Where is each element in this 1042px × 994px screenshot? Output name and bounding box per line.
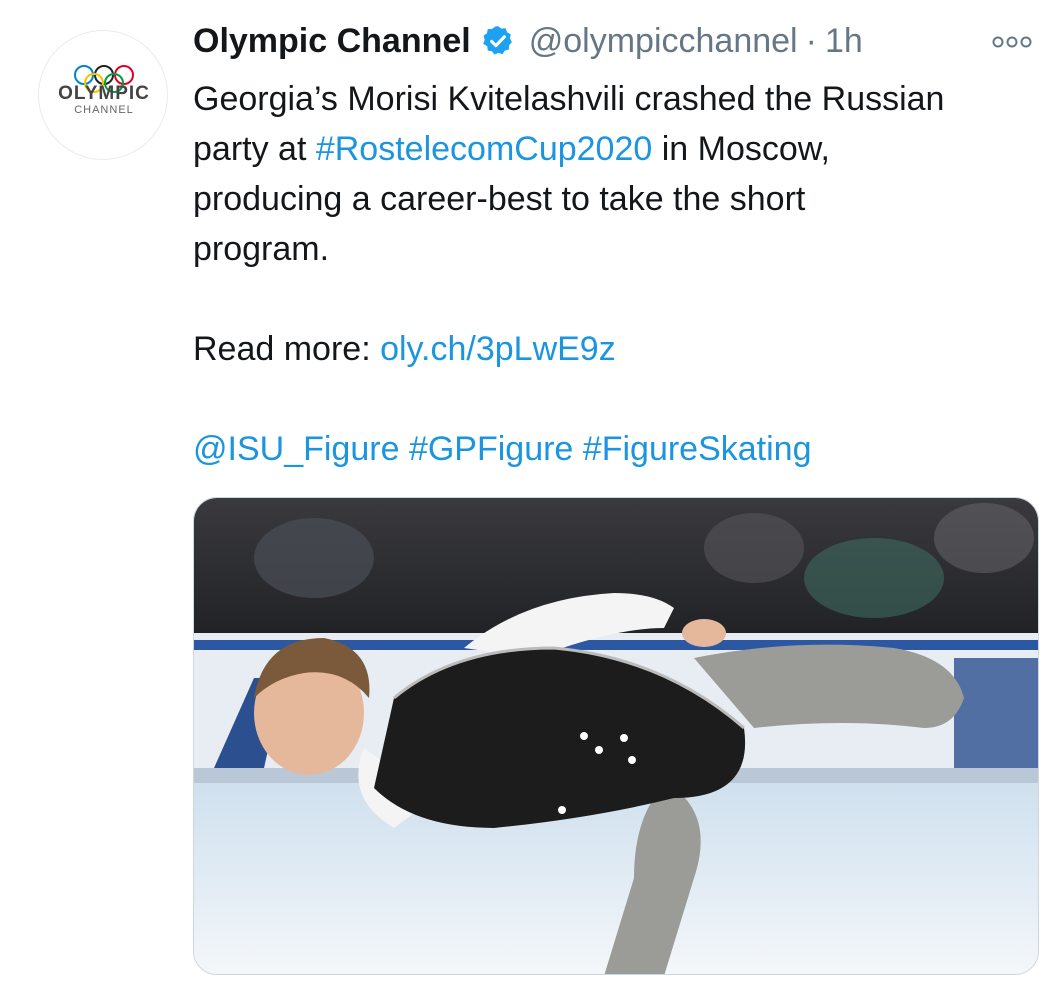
tweet-text-line: party at #RostelecomCup2020 in Moscow, (193, 124, 1023, 174)
display-name[interactable]: Olympic Channel (193, 22, 471, 61)
more-dots-icon[interactable] (990, 30, 1034, 54)
timestamp[interactable]: 1h (825, 22, 863, 61)
tweet-text-segment: party at (193, 130, 316, 168)
hashtag-figureskating[interactable]: #FigureSkating (583, 430, 812, 468)
read-more-label: Read more: (193, 330, 381, 368)
article-link[interactable]: oly.ch/3pLwE9z (380, 330, 616, 368)
tweet-header: Olympic Channel @olympicchannel · 1h (193, 18, 863, 64)
tweet-text-line: Georgia’s Morisi Kvitelashvili crashed t… (193, 80, 945, 118)
tweet-text-line: Read more: oly.ch/3pLwE9z (193, 324, 1023, 374)
tweet-text-line: program. (193, 230, 330, 268)
hashtag-rostelecomcup2020[interactable]: #RostelecomCup2020 (316, 130, 652, 168)
verified-badge-icon (483, 26, 512, 55)
tweet-text-line: @ISU_Figure #GPFigure #FigureSkating (193, 424, 1023, 474)
avatar-logo-text: OLYMPIC (58, 83, 150, 104)
avatar[interactable]: OLYMPIC CHANNEL (38, 30, 168, 160)
avatar-logo-subtext: CHANNEL (74, 104, 134, 116)
handle[interactable]: @olympicchannel (529, 22, 798, 61)
hashtag-gpfigure[interactable]: #GPFigure (409, 430, 573, 468)
mention-isu-figure[interactable]: @ISU_Figure (193, 430, 399, 468)
tweet-text: Georgia’s Morisi Kvitelashvili crashed t… (193, 74, 1023, 474)
tweet-text-segment: in Moscow, (652, 130, 830, 168)
time-separator: · (805, 21, 817, 60)
tweet-text-line: producing a career-best to take the shor… (193, 180, 806, 218)
tweet-media-photo[interactable] (193, 497, 1039, 975)
figure-skater-photo (194, 498, 1038, 974)
